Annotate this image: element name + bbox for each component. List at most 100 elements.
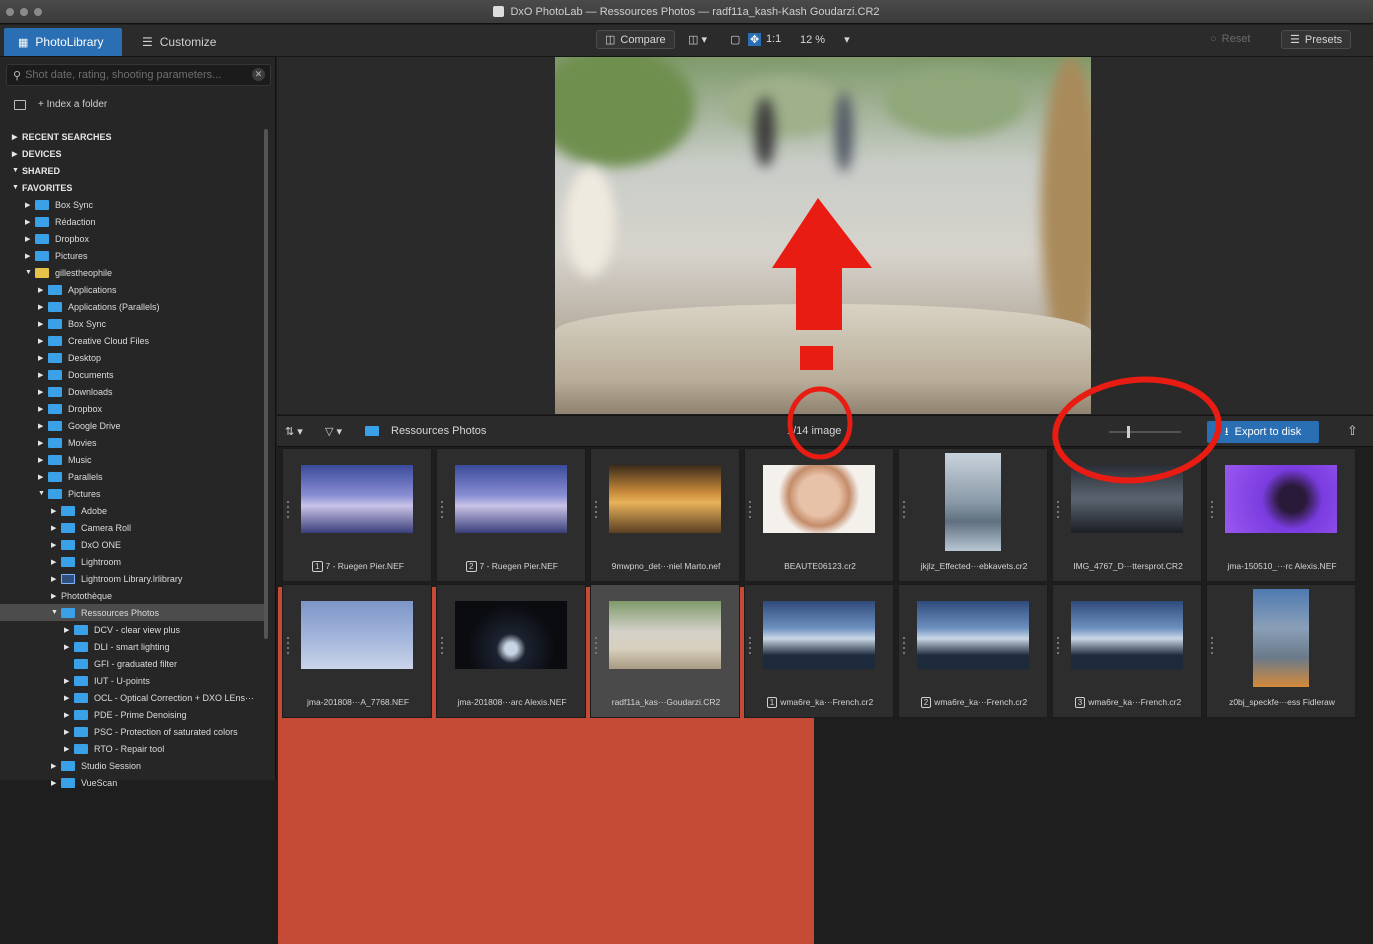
sidebar-item[interactable]: ▶ Documents <box>0 366 268 383</box>
drag-handle-icon[interactable] <box>1211 501 1213 521</box>
disclosure-closed-icon[interactable]: ▶ <box>38 303 48 311</box>
index-folder-button[interactable]: + Index a folder <box>14 99 107 110</box>
disclosure-closed-icon[interactable]: ▶ <box>38 422 48 430</box>
pan-button[interactable]: ✥ <box>748 33 762 46</box>
disclosure-closed-icon[interactable]: ▶ <box>51 762 61 770</box>
drag-handle-icon[interactable] <box>749 501 751 521</box>
thumbnail-cell[interactable]: jma-201808···A_7768.NEF <box>282 584 432 718</box>
sidebar-item[interactable]: ▶ Desktop <box>0 349 268 366</box>
disclosure-closed-icon[interactable]: ▶ <box>51 592 61 600</box>
disclosure-closed-icon[interactable]: ▶ <box>25 252 35 260</box>
thumbnail-cell[interactable]: IMG_4767_D···ttersprot.CR2 <box>1052 448 1202 582</box>
sidebar-item[interactable]: ▶ PSC - Protection of saturated colors <box>0 723 268 740</box>
disclosure-closed-icon[interactable]: ▶ <box>38 371 48 379</box>
sidebar-item[interactable]: ▶ DCV - clear view plus <box>0 621 268 638</box>
sidebar-item[interactable]: ▶ Rédaction <box>0 213 268 230</box>
disclosure-closed-icon[interactable]: ▶ <box>38 354 48 362</box>
disclosure-closed-icon[interactable]: ▶ <box>38 405 48 413</box>
sidebar-item[interactable]: ▶ OCL - Optical Correction + DXO LEns··· <box>0 689 268 706</box>
disclosure-open-icon[interactable]: ▼ <box>25 269 35 276</box>
sidebar-scrollbar[interactable] <box>264 129 268 639</box>
reset-button[interactable]: ○ Reset <box>1210 33 1250 45</box>
thumbnail-cell[interactable]: 1 wma6re_ka···French.cr2 <box>744 584 894 718</box>
thumbnail-cell[interactable]: 9mwpno_det···niel Marto.nef <box>590 448 740 582</box>
fit-button[interactable]: ▢ <box>730 33 740 46</box>
disclosure-closed-icon[interactable]: ▶ <box>12 150 22 158</box>
drag-handle-icon[interactable] <box>903 501 905 521</box>
tab-photolibrary[interactable]: ▦ PhotoLibrary <box>4 28 122 56</box>
disclosure-closed-icon[interactable]: ▶ <box>51 575 61 583</box>
thumbnail-cell[interactable]: 3 wma6re_ka···French.cr2 <box>1052 584 1202 718</box>
drag-handle-icon[interactable] <box>1057 637 1059 657</box>
drag-handle-icon[interactable] <box>441 501 443 521</box>
drag-handle-icon[interactable] <box>1057 501 1059 521</box>
sidebar-item[interactable]: ▶ IUT - U-points <box>0 672 268 689</box>
disclosure-closed-icon[interactable]: ▶ <box>38 337 48 345</box>
drag-handle-icon[interactable] <box>595 501 597 521</box>
sidebar-item[interactable]: ▶ Parallels <box>0 468 268 485</box>
sidebar-item[interactable]: ▶ Movies <box>0 434 268 451</box>
close-dot[interactable] <box>6 8 14 16</box>
sidebar-item[interactable]: ▶ Music <box>0 451 268 468</box>
sidebar-item[interactable]: ▶ Camera Roll <box>0 519 268 536</box>
sidebar-item[interactable]: ▶ Google Drive <box>0 417 268 434</box>
zoom-dot[interactable] <box>34 8 42 16</box>
drag-handle-icon[interactable] <box>287 637 289 657</box>
disclosure-closed-icon[interactable]: ▶ <box>25 218 35 226</box>
tab-customize[interactable]: ☰ Customize <box>128 28 240 56</box>
thumbnail-cell[interactable]: z0bj_speckfe···ess Fidleraw <box>1206 584 1356 718</box>
drag-handle-icon[interactable] <box>441 637 443 657</box>
sidebar-item[interactable]: ▶ Creative Cloud Files <box>0 332 268 349</box>
sidebar-item[interactable]: ▶ Adobe <box>0 502 268 519</box>
disclosure-open-icon[interactable]: ▼ <box>38 490 48 497</box>
disclosure-closed-icon[interactable]: ▶ <box>64 694 74 702</box>
sidebar-item[interactable]: ▼ FAVORITES <box>0 179 268 196</box>
slider-knob[interactable] <box>1127 426 1130 438</box>
disclosure-closed-icon[interactable]: ▶ <box>64 626 74 634</box>
drag-handle-icon[interactable] <box>903 637 905 657</box>
sidebar-item[interactable]: ▶ Applications <box>0 281 268 298</box>
sidebar-item[interactable]: ▶ DEVICES <box>0 145 268 162</box>
disclosure-closed-icon[interactable]: ▶ <box>38 320 48 328</box>
presets-button[interactable]: ☰ Presets <box>1281 30 1352 49</box>
drag-handle-icon[interactable] <box>1211 637 1213 657</box>
sidebar-item[interactable]: ▶ Pictures <box>0 247 268 264</box>
disclosure-closed-icon[interactable]: ▶ <box>64 643 74 651</box>
sidebar-item[interactable]: ▶ VueScan <box>0 774 268 791</box>
disclosure-closed-icon[interactable]: ▶ <box>51 507 61 515</box>
disclosure-open-icon[interactable]: ▼ <box>12 167 22 174</box>
disclosure-closed-icon[interactable]: ▶ <box>25 201 35 209</box>
drag-handle-icon[interactable] <box>287 501 289 521</box>
thumbnail-cell[interactable]: 27 - Ruegen Pier.NEF <box>436 448 586 582</box>
disclosure-closed-icon[interactable]: ▶ <box>51 541 61 549</box>
disclosure-closed-icon[interactable]: ▶ <box>64 728 74 736</box>
sidebar-item[interactable]: ▶ DLI - smart lighting <box>0 638 268 655</box>
disclosure-closed-icon[interactable]: ▶ <box>64 745 74 753</box>
sidebar-item[interactable]: ▶ Dropbox <box>0 230 268 247</box>
compare-button[interactable]: ◫ Compare <box>596 30 675 49</box>
disclosure-closed-icon[interactable]: ▶ <box>38 388 48 396</box>
disclosure-closed-icon[interactable]: ▶ <box>25 235 35 243</box>
disclosure-closed-icon[interactable]: ▶ <box>51 524 61 532</box>
thumbnail-cell[interactable]: 17 - Ruegen Pier.NEF <box>282 448 432 582</box>
search-input[interactable]: ⚲ Shot date, rating, shooting parameters… <box>6 64 271 86</box>
disclosure-closed-icon[interactable]: ▶ <box>38 456 48 464</box>
sidebar-item[interactable]: ▼ SHARED <box>0 162 268 179</box>
clear-search-icon[interactable]: ✕ <box>252 68 265 81</box>
sidebar-item[interactable]: ▶ RTO - Repair tool <box>0 740 268 757</box>
sidebar-item[interactable]: ▼ Ressources Photos <box>0 604 268 621</box>
disclosure-closed-icon[interactable]: ▶ <box>38 439 48 447</box>
share-button[interactable]: ⇧ <box>1347 423 1358 439</box>
drag-handle-icon[interactable] <box>749 637 751 657</box>
thumbnail-cell[interactable]: BEAUTE06123.cr2 <box>744 448 894 582</box>
window-controls[interactable] <box>6 8 42 16</box>
one-to-one-button[interactable]: 1:1 <box>766 33 781 45</box>
sidebar-item[interactable]: ▶ DxO ONE <box>0 536 268 553</box>
thumbnail-cell[interactable]: jma-150510_···rc Alexis.NEF <box>1206 448 1356 582</box>
thumbnail-cell[interactable]: 2 wma6re_ka···French.cr2 <box>898 584 1048 718</box>
sidebar-item[interactable]: ▶ Photothèque <box>0 587 814 944</box>
sidebar-item[interactable]: ▶ RECENT SEARCHES <box>0 128 268 145</box>
disclosure-closed-icon[interactable]: ▶ <box>12 133 22 141</box>
sidebar-item[interactable]: ▶ PDE - Prime Denoising <box>0 706 268 723</box>
disclosure-open-icon[interactable]: ▼ <box>12 184 22 191</box>
